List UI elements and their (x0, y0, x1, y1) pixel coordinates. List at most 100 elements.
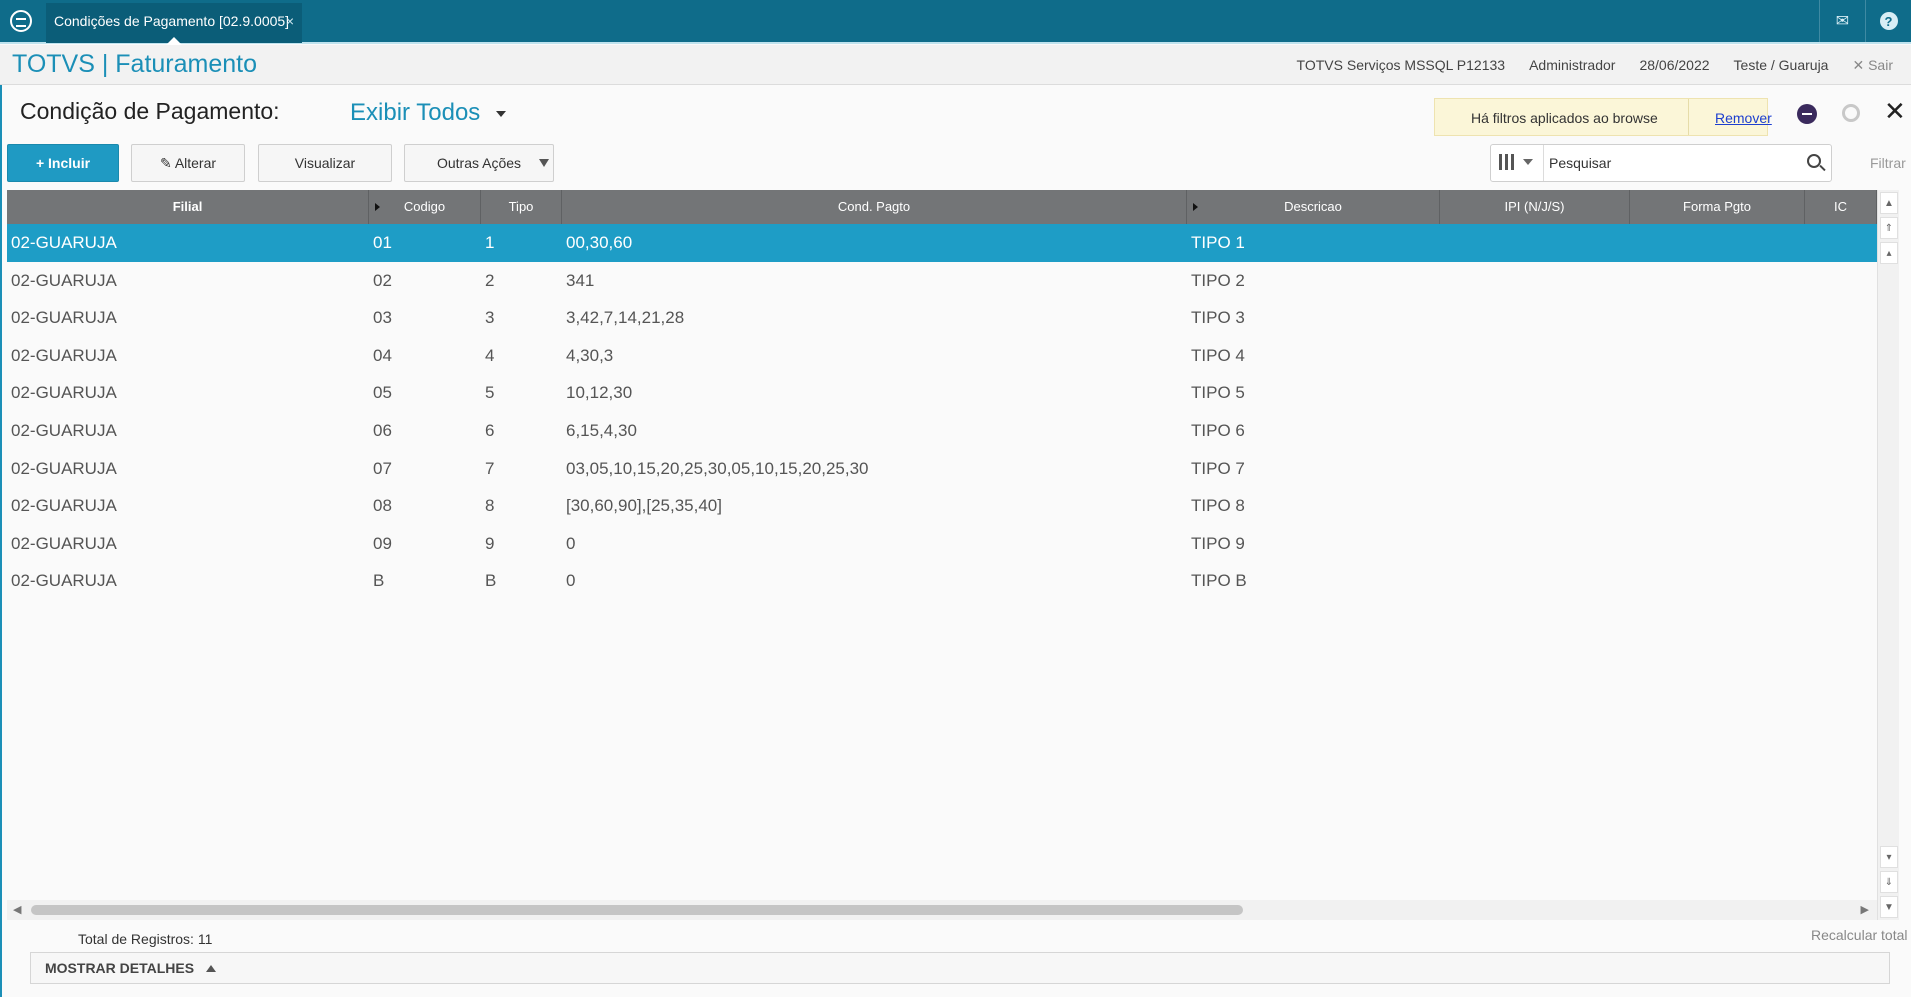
table-cell (1440, 412, 1630, 450)
scroll-left-icon[interactable]: ◀ (13, 903, 21, 916)
tab-active-caret-icon (166, 37, 182, 45)
table-cell (1630, 450, 1805, 488)
table-row[interactable]: 02-GUARUJA 05 5 10,12,30 TIPO 5 (7, 374, 1877, 412)
table-row[interactable]: 02-GUARUJA 08 8 [30,60,90],[25,35,40] TIPO 8 (7, 487, 1877, 525)
table-cell (1805, 562, 1877, 600)
table-cell: 00,30,60 (566, 233, 633, 252)
tab-condicoes-pagamento[interactable]: Condições de Pagamento [02.9.0005] × (46, 3, 302, 45)
column-header-descricao[interactable]: Descricao (1187, 190, 1440, 224)
table-cell: 03 (373, 308, 392, 328)
view-selector-label: Exibir Todos (350, 99, 481, 126)
scroll-right-icon[interactable]: ▶ (1861, 903, 1869, 916)
scroll-thumb[interactable] (31, 905, 1243, 915)
user-info: Administrador (1529, 57, 1616, 73)
tab-close-button[interactable]: × (286, 3, 294, 39)
table-row[interactable]: 02-GUARUJA B B 0 TIPO B (7, 562, 1877, 600)
table-row[interactable]: 02-GUARUJA 07 7 03,05,10,15,20,25,30,05,10,… (7, 450, 1877, 488)
remove-filter-link[interactable]: Remover (1715, 110, 1772, 126)
vertical-scrollbar[interactable]: ▲ ⇑ ▴ ▾ ⇓ ▼ (1877, 190, 1899, 920)
table-row[interactable]: 02-GUARUJA 04 4 4,30,3 TIPO 4 (7, 337, 1877, 375)
table-cell: 02-GUARUJA (11, 345, 117, 365)
table-row[interactable]: 02-GUARUJA 09 9 0 TIPO 9 (7, 525, 1877, 563)
divider (1543, 145, 1544, 181)
alterar-button[interactable]: ✎ Alterar (131, 144, 245, 182)
incluir-button[interactable]: + Incluir (7, 144, 119, 182)
total-records: Total de Registros: 11 (78, 931, 213, 947)
mostrar-detalhes-button[interactable]: MOSTRAR DETALHES (30, 952, 1890, 984)
table-cell (1630, 562, 1805, 600)
totvs-logo-icon[interactable] (10, 10, 32, 32)
table-cell: 09 (373, 533, 392, 553)
visualizar-button[interactable]: Visualizar (258, 144, 392, 182)
table-cell (1805, 450, 1877, 488)
mail-icon[interactable]: ✉ (1819, 0, 1865, 42)
columns-icon[interactable] (1499, 154, 1547, 172)
table-cell (1630, 337, 1805, 375)
table-cell: TIPO 9 (1191, 533, 1245, 553)
table-cell: TIPO 6 (1191, 421, 1245, 440)
close-icon[interactable]: ✕ (1884, 98, 1906, 124)
help-button[interactable]: ? (1865, 0, 1911, 42)
table-cell: 0 (566, 533, 576, 553)
search-icon[interactable] (1807, 154, 1821, 168)
server-info: TOTVS Serviços MSSQL P12133 (1296, 57, 1506, 73)
table-cell: 07 (373, 458, 392, 478)
dropdown-arrow-icon (539, 159, 549, 167)
table-cell: 03,05,10,15,20,25,30,05,10,15,20,25,30 (566, 458, 869, 478)
table-cell: 7 (485, 458, 495, 478)
branch-info[interactable]: Teste / Guaruja (1734, 57, 1829, 74)
table-cell: 9 (485, 533, 495, 553)
logout-button[interactable]: ✕ Sair (1852, 57, 1893, 74)
filter-notice-text: Há filtros aplicados ao browse (1471, 110, 1658, 126)
table-cell: 341 (566, 270, 595, 290)
scroll-down-icon[interactable]: ▾ (1880, 846, 1898, 868)
filtrar-button[interactable]: Filtrar (1870, 155, 1906, 171)
scroll-page-down-icon[interactable]: ⇓ (1880, 871, 1898, 893)
scroll-top-icon[interactable]: ▲ (1880, 192, 1898, 214)
table-cell: 10,12,30 (566, 383, 633, 403)
alterar-label: Alterar (174, 155, 217, 171)
scroll-up-icon[interactable]: ▴ (1880, 242, 1898, 264)
outras-acoes-button[interactable]: Outras Ações (404, 144, 554, 182)
search-input[interactable]: Pesquisar (1549, 155, 1611, 171)
table-cell (1630, 525, 1805, 563)
horizontal-scrollbar[interactable]: ◀ ▶ (7, 900, 1877, 920)
page-title: Condição de Pagamento: (20, 98, 280, 124)
scroll-page-up-icon[interactable]: ⇑ (1880, 217, 1898, 239)
view-selector[interactable]: Exibir Todos (350, 99, 507, 127)
table-row[interactable]: 02-GUARUJA 03 3 3,42,7,14,21,28 TIPO 3 (7, 299, 1877, 337)
column-header-tipo[interactable]: Tipo (481, 190, 562, 224)
recalcular-total-link[interactable]: Recalcular total (1811, 927, 1908, 943)
column-header-forma-pgto[interactable]: Forma Pgto (1630, 190, 1805, 224)
profile-icon[interactable] (1797, 104, 1817, 124)
table-cell: 02 (373, 270, 392, 290)
table-cell (1630, 299, 1805, 337)
table-cell: 01 (373, 233, 392, 252)
divider (1688, 99, 1689, 135)
column-header-ic[interactable]: IC (1805, 190, 1877, 224)
column-header-filial[interactable]: Filial (7, 190, 369, 224)
table-cell: 02-GUARUJA (11, 458, 117, 478)
table-cell (1805, 412, 1877, 450)
table-cell: 1 (485, 233, 495, 252)
table-cell (1440, 525, 1630, 563)
table-cell: TIPO 8 (1191, 496, 1245, 516)
gear-icon[interactable] (1842, 104, 1860, 122)
grid-header: Filial Codigo Tipo Cond. Pagto Descricao… (7, 190, 1877, 224)
table-cell (1630, 412, 1805, 450)
table-cell (1440, 562, 1630, 600)
chevron-down-icon (496, 110, 507, 117)
column-header-cond-pagto[interactable]: Cond. Pagto (562, 190, 1187, 224)
table-row[interactable]: 02-GUARUJA 01 1 00,30,60 TIPO 1 (7, 224, 1877, 262)
column-header-codigo[interactable]: Codigo (369, 190, 481, 224)
table-cell (1440, 487, 1630, 525)
table-cell: 6,15,4,30 (566, 421, 637, 440)
scroll-bottom-icon[interactable]: ▼ (1880, 896, 1898, 918)
table-row[interactable]: 02-GUARUJA 06 6 6,15,4,30 TIPO 6 (7, 412, 1877, 450)
table-cell (1440, 262, 1630, 300)
table-cell: TIPO 4 (1191, 345, 1245, 365)
table-cell: B (373, 571, 385, 591)
column-header-ipi[interactable]: IPI (N/J/S) (1440, 190, 1630, 224)
table-cell: 8 (485, 496, 495, 516)
table-row[interactable]: 02-GUARUJA 02 2 341 TIPO 2 (7, 262, 1877, 300)
